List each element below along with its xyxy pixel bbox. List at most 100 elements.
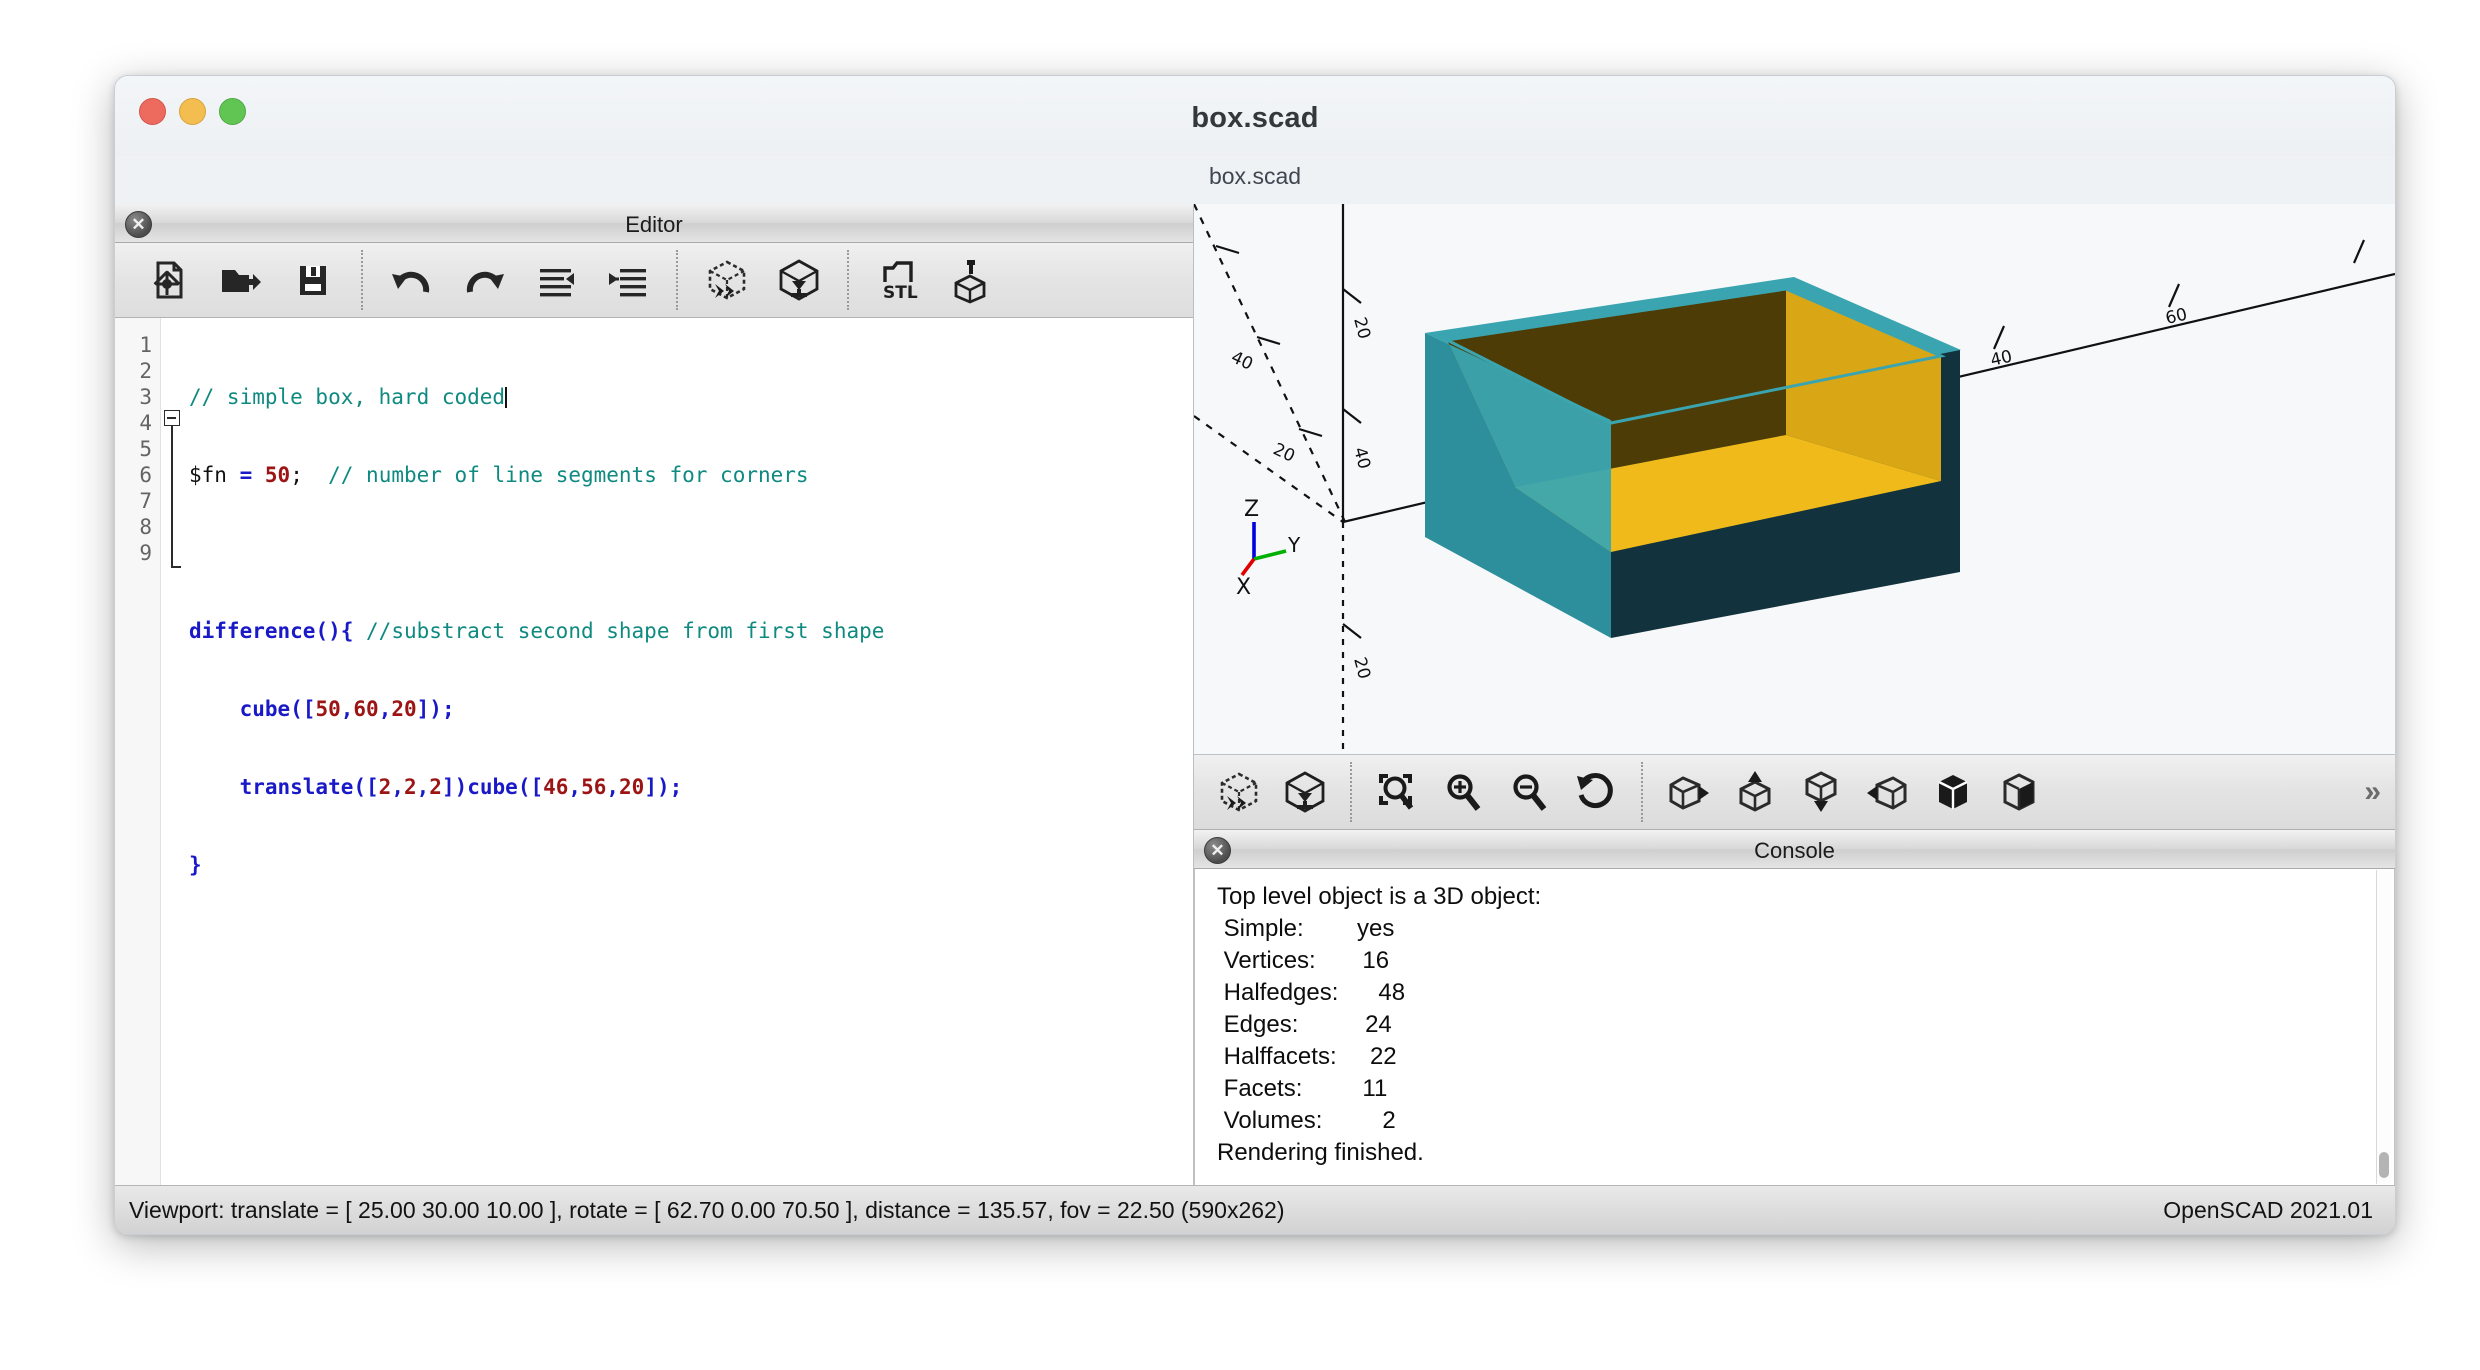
view-front-icon [1938,775,1968,809]
code-line-2[interactable]: $fn = 50; // number of line segments for… [189,462,1193,488]
redo-arrow-icon [466,271,504,293]
preview-icon [708,260,746,300]
zoom-in-button[interactable] [1431,761,1497,823]
status-bar: Viewport: translate = [ 25.00 30.00 10.0… [115,1185,2395,1234]
3d-viewport[interactable]: 20 40 60 20 40 20 40 20 [1194,204,2395,755]
editor-pane: ✕ Editor STL 1 2 3 4 5 6 7 8 9 // simple… [115,204,1194,1186]
console-line: Edges: 24 [1217,1011,1392,1038]
code-comment: // simple box, hard coded [189,385,506,409]
export-3d-icon [954,260,986,304]
view-left-icon [1867,776,1907,810]
view-top-icon [1739,771,1771,812]
window-title: box.scad [1191,102,1319,134]
undo-arrow-icon [392,271,430,293]
console-line: Top level object is a 3D object: [1217,883,1542,910]
undo-button[interactable] [376,249,448,311]
code-line-4[interactable]: difference(){ //substract second shape f… [189,618,1193,644]
text-caret [505,387,508,408]
render-icon [779,259,819,301]
open-file-button[interactable] [205,249,277,311]
fold-collapse-toggle[interactable] [164,410,180,426]
export-3d-button[interactable] [934,249,1006,311]
code-line-6[interactable]: translate([2,2,2])cube([46,56,20]); [189,774,1193,800]
code-text-area[interactable]: // simple box, hard coded $fn = 50; // n… [183,318,1193,1186]
view-left-button[interactable] [1854,761,1920,823]
view-back-button[interactable] [1986,761,2052,823]
new-file-icon [153,261,183,299]
new-file-button[interactable] [133,249,205,311]
save-disk-icon [300,266,326,295]
document-tab-bar[interactable]: box.scad [115,156,2395,205]
zoom-in-icon [1447,774,1481,811]
console-line: Halffacets: 22 [1217,1043,1397,1070]
document-tab-label[interactable]: box.scad [115,163,2395,190]
view-top-button[interactable] [1722,761,1788,823]
code-line-5[interactable]: cube([50,60,20]); [189,696,1193,722]
window-titlebar: box.scad box.scad [115,76,2395,205]
line-number: 5 [139,437,152,461]
reset-view-button[interactable] [1563,761,1629,823]
indent-icon [609,269,646,297]
toolbar-separator [847,250,850,310]
console-line: Volumes: 2 [1217,1107,1396,1134]
editor-dock-titlebar: ✕ Editor [115,204,1193,243]
console-dock-titlebar: ✕ Console [1194,830,2395,869]
unindent-button[interactable] [520,249,592,311]
line-number: 8 [139,515,152,539]
fold-range-line [171,426,173,567]
save-file-button[interactable] [277,249,349,311]
line-number: 9 [139,541,152,565]
redo-button[interactable] [448,249,520,311]
toolbar-separator [1641,762,1644,822]
preview-button[interactable] [1206,761,1272,823]
export-stl-button[interactable]: STL [862,249,934,311]
axis-label-y: Y [1287,533,1301,557]
toolbar-separator [676,250,679,310]
render-icon [1285,771,1325,813]
view-right-button[interactable] [1656,761,1722,823]
viewport-toolbar: » [1194,755,2395,830]
view-bottom-button[interactable] [1788,761,1854,823]
line-number-gutter: 1 2 3 4 5 6 7 8 9 [115,318,161,1186]
console-scrollbar-thumb[interactable] [2379,1152,2389,1178]
unindent-icon [540,269,574,297]
line-number: 3 [139,385,152,409]
axis-label-z: Z [1244,497,1259,522]
console-scrollbar[interactable] [2376,870,2393,1184]
code-line-9[interactable] [189,1008,1193,1034]
svg-text:STL: STL [883,283,918,303]
editor-dock-title: Editor [625,212,683,237]
zoom-all-icon [1379,774,1414,810]
preview-button[interactable] [691,249,763,311]
code-line-1[interactable]: // simple box, hard coded [189,384,1193,410]
code-line-8[interactable] [189,930,1193,956]
console-dock-title: Console [1754,838,1835,863]
code-fold-column[interactable] [161,318,183,1186]
line-number: 2 [139,359,152,383]
console-pane: ✕ Console Top level object is a 3D objec… [1194,830,2395,1186]
app-root: box.scad box.scad ✕ Editor STL 1 2 3 4 5… [0,0,2480,1370]
indent-button[interactable] [592,249,664,311]
zoom-out-button[interactable] [1497,761,1563,823]
open-folder-icon [222,270,261,292]
console-output[interactable]: Top level object is a 3D object: Simple:… [1194,869,2395,1186]
toolbar-overflow-button[interactable]: » [2364,775,2381,809]
editor-toolbar: STL [115,243,1193,318]
view-bottom-icon [1805,771,1837,812]
view-front-button[interactable] [1920,761,1986,823]
fold-range-end [171,566,181,568]
stl-icon: STL [883,261,918,303]
viewport-status-text: Viewport: translate = [ 25.00 30.00 10.0… [129,1197,1285,1223]
reset-view-icon [1577,773,1613,809]
main-window: box.scad box.scad ✕ Editor STL 1 2 3 4 5… [114,75,2396,1235]
version-label: OpenSCAD 2021.01 [2163,1197,2373,1223]
zoom-all-button[interactable] [1365,761,1431,823]
code-line-7[interactable]: } [189,852,1193,878]
axis-label-x: X [1236,575,1251,600]
line-number: 6 [139,463,152,487]
render-button[interactable] [763,249,835,311]
code-line-3[interactable] [189,540,1193,566]
view-back-icon [2003,773,2035,811]
render-button[interactable] [1272,761,1338,823]
code-editor[interactable]: 1 2 3 4 5 6 7 8 9 // simple box, hard co… [115,318,1193,1186]
